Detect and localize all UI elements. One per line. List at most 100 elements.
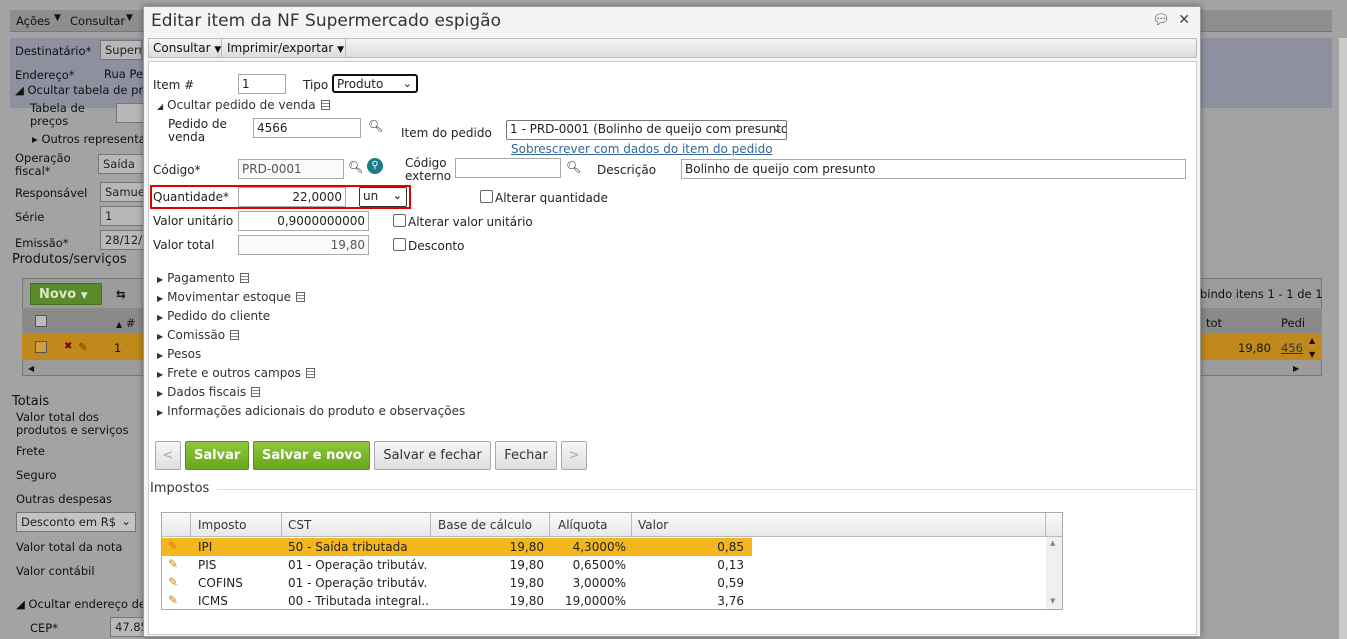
pedido-search-icon[interactable]: 🔍︎ (368, 119, 383, 133)
operacao-fiscal-field[interactable]: Saída (98, 154, 144, 174)
responsavel-field[interactable]: Samue (100, 182, 144, 202)
salvar-fechar-button[interactable]: Salvar e fechar (374, 441, 491, 470)
ocultar-pedido-toggle[interactable]: ◢ Ocultar pedido de venda (157, 98, 330, 112)
codigo-externo-input[interactable] (455, 158, 561, 178)
close-icon[interactable]: ✕ (1178, 12, 1190, 28)
cep-field[interactable]: 47.85 (110, 617, 144, 637)
impostos-scrollbar[interactable]: ▲ ▼ (1046, 537, 1062, 609)
unidade-select[interactable]: un ⌄ (359, 187, 407, 207)
ocultar-tabela-link[interactable]: ◢ Ocultar tabela de pre (15, 83, 150, 97)
note-icon[interactable] (320, 100, 330, 110)
descricao-input[interactable]: Bolinho de queijo com presunto (681, 159, 1186, 179)
col-valor[interactable]: Valor (638, 518, 668, 532)
alterar-valor-unitario-checkbox[interactable] (393, 214, 406, 227)
codigo-info-icon[interactable]: ⚲ (367, 158, 383, 174)
tax-base: 19,80 (509, 576, 544, 590)
quantidade-input[interactable]: 22,0000 (238, 187, 346, 207)
section-comissao[interactable]: ▶ Comissão (157, 328, 240, 342)
col-cst[interactable]: CST (288, 518, 311, 532)
valor-unitario-input[interactable]: 0,9000000000 (238, 211, 369, 231)
ocultar-endereco-link[interactable]: ◢ Ocultar endereço de (16, 597, 146, 611)
tabela-precos-field[interactable] (116, 103, 144, 123)
menu-consultar[interactable]: Consultar ▼ (153, 41, 221, 55)
col-aliquota[interactable]: Alíquota (558, 518, 608, 532)
edit-pencil-icon[interactable]: ✎ (168, 575, 178, 589)
note-icon[interactable] (296, 292, 306, 302)
desconto-checkbox[interactable] (393, 238, 406, 251)
table-row[interactable]: ✎ PIS 01 - Operação tributáv... 19,80 0,… (162, 556, 752, 574)
grid-row-pedido-link[interactable]: 456 (1281, 341, 1303, 355)
menu-imprimir-exportar[interactable]: Imprimir/exportar ▼ (227, 41, 344, 55)
previous-button[interactable]: < (155, 441, 181, 470)
note-icon[interactable] (305, 368, 315, 378)
serie-field[interactable]: 1 (100, 206, 144, 226)
table-row[interactable]: ✎ COFINS 01 - Operação tributáv... 19,80… (162, 574, 752, 592)
codigo-search-icon[interactable]: 🔍︎ (348, 160, 363, 174)
table-row[interactable]: ✎ IPI 50 - Saída tributada 19,80 4,3000%… (162, 538, 752, 556)
note-icon[interactable] (230, 330, 240, 340)
page-scrollbar[interactable] (1339, 38, 1347, 639)
grid-scroll-left-icon[interactable]: ◀ (28, 364, 34, 373)
salvar-button[interactable]: Salvar (185, 441, 249, 470)
consultar-menu[interactable]: Consultar (70, 14, 125, 28)
col-imposto[interactable]: Imposto (198, 518, 247, 532)
edit-pencil-icon[interactable]: ✎ (78, 340, 88, 354)
salvar-novo-button[interactable]: Salvar e novo (253, 441, 370, 470)
tax-aliquota: 0,6500% (572, 558, 626, 572)
novo-dropdown-icon[interactable]: ▼ (81, 291, 88, 301)
edit-pencil-icon[interactable]: ✎ (168, 539, 178, 553)
grid-col-pedido[interactable]: Pedi (1281, 316, 1305, 330)
pedido-venda-input[interactable]: 4566 (253, 118, 361, 138)
expand-triangle-icon: ▶ (157, 275, 164, 284)
refresh-icon[interactable]: ⇆ (116, 287, 126, 301)
codigo-input[interactable]: PRD-0001 (238, 159, 344, 179)
acoes-dropdown-icon[interactable]: ▼ (54, 13, 61, 23)
edit-pencil-icon[interactable]: ✎ (168, 593, 178, 607)
next-button[interactable]: > (561, 441, 587, 470)
grid-scroll-right-icon[interactable]: ▶ (1293, 364, 1299, 373)
novo-button[interactable]: Novo ▼ (30, 283, 102, 305)
fechar-button[interactable]: Fechar (495, 441, 557, 470)
expand-triangle-icon: ▶ (157, 370, 164, 379)
section-pedido-cliente[interactable]: ▶ Pedido do cliente (157, 309, 270, 323)
grid-col-hash-label: # (125, 316, 136, 330)
impostos-table: Imposto CST Base de cálculo Alíquota Val… (161, 512, 1063, 610)
outros-representantes-link[interactable]: ▸ Outros representan (32, 132, 153, 146)
section-frete[interactable]: ▶ Frete e outros campos (157, 366, 315, 380)
edit-pencil-icon[interactable]: ✎ (168, 557, 178, 571)
column-separator (281, 513, 282, 537)
destinatario-field[interactable]: Superm (100, 40, 142, 60)
comment-icon[interactable]: 💬︎ (1152, 12, 1170, 28)
acoes-menu[interactable]: Ações (16, 14, 50, 28)
section-informacoes-adicionais[interactable]: ▶ Informações adicionais do produto e obs… (157, 404, 465, 418)
section-dados-fiscais[interactable]: ▶ Dados fiscais (157, 385, 261, 399)
alterar-quantidade-checkbox[interactable] (480, 190, 493, 203)
sobrescrever-link[interactable]: Sobrescrever com dados do item do pedido (511, 143, 773, 156)
scroll-up-icon[interactable]: ▲ (1050, 539, 1055, 547)
grid-scroll-down-icon[interactable]: ▼ (1309, 350, 1315, 359)
valor-total-input[interactable]: 19,80 (238, 235, 369, 255)
section-pesos[interactable]: ▶ Pesos (157, 347, 201, 361)
grid-col-tot[interactable]: tot (1206, 316, 1222, 330)
codigo-externo-search-icon[interactable]: 🔍︎ (566, 160, 581, 174)
grid-col-hash[interactable]: ▲ # (116, 316, 135, 330)
table-row[interactable]: ✎ ICMS 00 - Tributada integral... 19,80 … (162, 592, 752, 610)
delete-icon[interactable]: ✖ (64, 341, 72, 352)
item-pedido-select[interactable]: 1 - PRD-0001 (Bolinho de queijo com pres… (506, 120, 787, 140)
col-base-calculo[interactable]: Base de cálculo (438, 518, 532, 532)
emissao-field[interactable]: 28/12/ (100, 230, 144, 250)
consultar-dropdown-icon[interactable]: ▼ (126, 13, 133, 23)
item-number-input[interactable]: 1 (238, 74, 286, 94)
desconto-select[interactable]: Desconto em R$ ⌄ (16, 512, 136, 532)
note-icon[interactable] (251, 387, 261, 397)
item-number-label: Item # (153, 78, 195, 92)
section-movimentar-estoque[interactable]: ▶ Movimentar estoque (157, 290, 306, 304)
note-icon[interactable] (239, 273, 249, 283)
grid-row-checkbox[interactable] (35, 341, 47, 353)
section-pagamento[interactable]: ▶ Pagamento (157, 271, 249, 285)
grid-select-all-checkbox[interactable] (35, 315, 47, 327)
tipo-select[interactable]: Produto ⌄ (332, 74, 418, 93)
grid-scroll-up-icon[interactable]: ▲ (1309, 336, 1315, 345)
menu-consultar-label: Consultar (153, 41, 211, 55)
scroll-down-icon[interactable]: ▼ (1050, 597, 1055, 605)
